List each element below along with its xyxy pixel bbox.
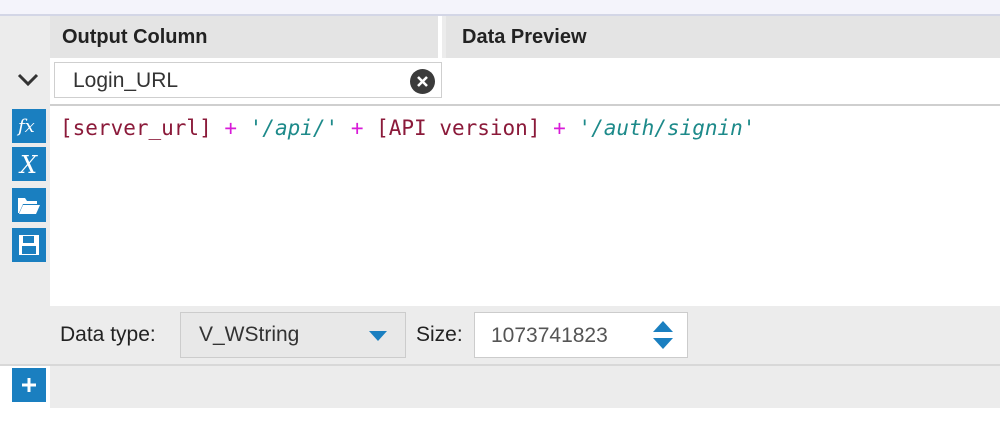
chevron-down-icon bbox=[369, 331, 387, 341]
add-row-bar bbox=[0, 364, 1000, 410]
expression-token-field: [API version] bbox=[376, 116, 541, 140]
increment-arrow-icon[interactable] bbox=[653, 321, 673, 332]
data-preview-header: Data Preview bbox=[446, 16, 1000, 58]
add-column-button[interactable] bbox=[12, 368, 46, 402]
data-type-value: V_WString bbox=[199, 323, 300, 346]
chevron-down-icon bbox=[17, 73, 39, 87]
plus-icon bbox=[22, 378, 36, 392]
expression-editor[interactable]: [server_url] + '/api/' + [API version] +… bbox=[50, 106, 1000, 306]
data-type-bar: Data type: V_WString Size: bbox=[50, 306, 1000, 364]
close-icon bbox=[417, 76, 428, 87]
top-strip bbox=[0, 0, 1000, 16]
output-column-row bbox=[50, 58, 1000, 106]
svg-text:X: X bbox=[18, 151, 38, 177]
clear-field-button[interactable] bbox=[410, 69, 435, 94]
size-input[interactable] bbox=[489, 323, 633, 349]
add-row-fill bbox=[50, 366, 1000, 408]
data-type-dropdown[interactable]: V_WString bbox=[180, 312, 406, 358]
expression-token-field: [server_url] bbox=[60, 116, 212, 140]
data-type-label: Data type: bbox=[60, 323, 156, 346]
expression-token-string: '/api/' bbox=[249, 116, 339, 140]
output-column-input[interactable] bbox=[71, 67, 405, 95]
size-label: Size: bbox=[416, 323, 463, 346]
collapse-row-button[interactable] bbox=[8, 62, 48, 98]
size-spinner bbox=[649, 319, 677, 353]
save-expression-button[interactable] bbox=[12, 228, 46, 262]
folder-open-icon bbox=[18, 198, 40, 214]
expression-token-op: + bbox=[540, 116, 579, 140]
expression-text[interactable]: [server_url] + '/api/' + [API version] +… bbox=[60, 116, 755, 140]
save-icon bbox=[19, 235, 39, 255]
header-gutter bbox=[0, 16, 51, 58]
output-column-field bbox=[54, 62, 442, 98]
variables-button[interactable]: X bbox=[12, 147, 46, 181]
column-header: Output Column Data Preview bbox=[0, 16, 1000, 58]
expression-token-string: '/auth/signin' bbox=[578, 116, 756, 140]
expression-token-op: + bbox=[211, 116, 250, 140]
functions-button[interactable]: fx bbox=[12, 109, 46, 143]
svg-text:fx: fx bbox=[16, 116, 35, 137]
decrement-arrow-icon[interactable] bbox=[653, 338, 673, 349]
open-expression-button[interactable] bbox=[12, 188, 46, 222]
size-stepper bbox=[474, 312, 688, 358]
variable-icon: X bbox=[18, 151, 38, 177]
expression-token-op: + bbox=[338, 116, 377, 140]
output-column-header: Output Column bbox=[50, 16, 442, 58]
function-icon: fx bbox=[16, 116, 35, 137]
